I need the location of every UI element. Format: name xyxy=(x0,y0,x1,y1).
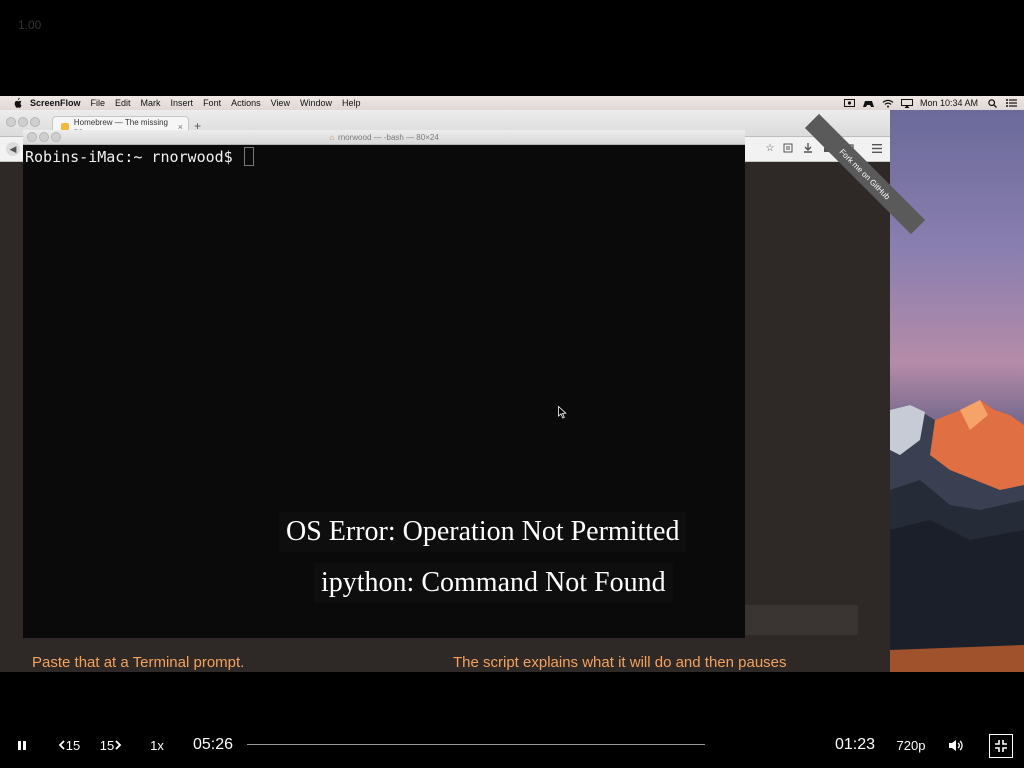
terminal-title: rnorwood — -bash — 80×24 xyxy=(338,132,439,142)
menu-actions[interactable]: Actions xyxy=(231,98,261,108)
menu-app-name[interactable]: ScreenFlow xyxy=(30,98,81,108)
page-text-right: The script explains what it will do and … xyxy=(453,654,787,671)
menu-insert[interactable]: Insert xyxy=(171,98,194,108)
pause-button[interactable] xyxy=(10,730,34,760)
terminal-cursor xyxy=(243,147,254,166)
skip-back-button[interactable]: 15 xyxy=(55,730,83,760)
exit-fullscreen-button[interactable] xyxy=(989,734,1013,758)
video-frame[interactable]: ScreenFlow File Edit Mark Insert Font Ac… xyxy=(0,96,1024,672)
menu-file[interactable]: File xyxy=(91,98,106,108)
airplay-icon[interactable] xyxy=(900,98,913,108)
browser-close-light[interactable] xyxy=(6,117,16,127)
download-icon[interactable] xyxy=(802,142,814,154)
apple-icon xyxy=(12,98,22,108)
wifi-icon[interactable] xyxy=(882,99,894,108)
volume-button[interactable] xyxy=(945,730,967,760)
chevron-right-icon xyxy=(115,740,122,750)
terminal-minimize-light[interactable] xyxy=(39,132,49,142)
notification-center-icon[interactable] xyxy=(1005,99,1017,108)
terminal-zoom-light[interactable] xyxy=(51,132,61,142)
skip-forward-button[interactable]: 15 xyxy=(97,730,125,760)
gamepad-icon[interactable] xyxy=(863,99,875,108)
terminal-title-bar: ⌂ rnorwood — -bash — 80×24 xyxy=(23,130,745,145)
back-arrow-icon[interactable]: ◀ xyxy=(6,142,20,156)
skip-back-seconds: 15 xyxy=(65,737,81,753)
desktop-wallpaper xyxy=(890,110,1024,672)
hamburger-menu-icon[interactable] xyxy=(871,142,883,154)
home-folder-icon: ⌂ xyxy=(329,132,335,142)
menu-extras: Mon 10:34 AM xyxy=(844,96,1024,110)
browser-minimize-light[interactable] xyxy=(18,117,28,127)
terminal-close-light[interactable] xyxy=(27,132,37,142)
browser-zoom-light[interactable] xyxy=(30,117,40,127)
page-text-left: Paste that at a Terminal prompt. xyxy=(32,654,245,671)
menu-window[interactable]: Window xyxy=(300,98,332,108)
seek-bar[interactable] xyxy=(247,744,705,745)
zoom-level-label: 1.00 xyxy=(18,18,42,32)
player-controls: 15 15 1x 05:26 01:23 720p xyxy=(0,730,1024,760)
spotlight-search-icon[interactable] xyxy=(986,98,998,108)
menu-clock[interactable]: Mon 10:34 AM xyxy=(920,98,978,108)
screen-record-icon[interactable] xyxy=(844,99,856,108)
caption-line-2: ipython: Command Not Found xyxy=(314,563,673,603)
quality-button[interactable]: 720p xyxy=(895,730,927,760)
playback-speed-button[interactable]: 1x xyxy=(145,730,169,760)
pause-icon xyxy=(18,740,26,750)
mouse-pointer-icon xyxy=(558,405,567,424)
skip-forward-seconds: 15 xyxy=(99,737,115,753)
prompt-text: Robins-iMac:~ rnorwood$ xyxy=(25,148,242,166)
terminal-prompt[interactable]: Robins-iMac:~ rnorwood$ xyxy=(25,147,254,166)
chevron-left-icon xyxy=(58,740,65,750)
menu-mark[interactable]: Mark xyxy=(141,98,161,108)
menu-edit[interactable]: Edit xyxy=(115,98,131,108)
menu-view[interactable]: View xyxy=(271,98,290,108)
bookmark-star-icon[interactable]: ☆ xyxy=(764,142,776,154)
terminal-window[interactable]: ⌂ rnorwood — -bash — 80×24 Robins-iMac:~… xyxy=(23,130,745,638)
volume-icon xyxy=(949,739,963,751)
menu-help[interactable]: Help xyxy=(342,98,361,108)
menu-font[interactable]: Font xyxy=(203,98,221,108)
remaining-time: 01:23 xyxy=(834,736,876,753)
mac-menu-bar: ScreenFlow File Edit Mark Insert Font Ac… xyxy=(0,96,1024,110)
elapsed-time: 05:26 xyxy=(192,736,234,753)
caption-line-1: OS Error: Operation Not Permitted xyxy=(279,512,687,552)
exit-fullscreen-icon xyxy=(995,740,1007,752)
reading-list-icon[interactable] xyxy=(782,142,794,154)
